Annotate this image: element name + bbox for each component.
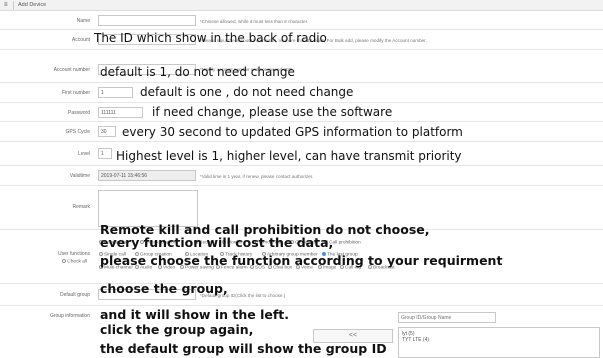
account-row: Account *Please input the account inform…: [0, 30, 603, 50]
gps-cycle-input[interactable]: [98, 126, 116, 137]
validtime-input[interactable]: [98, 170, 196, 181]
account-number-label: Account number: [53, 67, 90, 73]
account-number-row: Account number *Modify account number an…: [0, 50, 603, 83]
validtime-row: Validtime *Valid time is 1 year, if rene…: [0, 166, 603, 186]
group-list-item[interactable]: TYT LTE (4): [399, 337, 599, 343]
password-label: Password: [68, 110, 90, 116]
level-input[interactable]: [98, 148, 112, 159]
first-number-annotation: default is one , do not need change: [140, 85, 354, 99]
dialog-title: Add Device: [18, 2, 47, 8]
functions-annotation-3: please choose the function according to …: [100, 253, 503, 268]
first-number-label: First number: [61, 90, 90, 96]
group-annotation-3: click the group again,: [100, 322, 254, 337]
validtime-hint: *Valid time is 1 year, if renew, please …: [200, 174, 314, 179]
title-divider: [13, 1, 14, 10]
password-row: Password if need change, please use the …: [0, 103, 603, 122]
dialog-titlebar: ≡ Add Device: [0, 0, 603, 11]
group-annotation-2: and it will show in the left.: [100, 307, 289, 322]
user-functions-label: User functions: [58, 251, 90, 257]
name-hint: *Chinese allowed, while it must less tha…: [200, 19, 309, 24]
group-list[interactable]: lyt (5) TYT LTE (4): [398, 327, 600, 358]
validtime-label: Validtime: [69, 173, 90, 179]
level-annotation: Highest level is 1, higher level, can ha…: [116, 149, 462, 163]
name-label: Name: [76, 18, 90, 24]
level-row: Level Highest level is 1, higher level, …: [0, 142, 603, 166]
group-information-label: Group information: [49, 313, 90, 319]
password-input[interactable]: [98, 107, 143, 118]
gps-cycle-annotation: every 30 second to updated GPS informati…: [122, 125, 463, 139]
group-annotation-1: choose the group,: [100, 281, 228, 296]
remark-label: Remark: [72, 204, 90, 210]
password-annotation: if need change, please use the software: [152, 105, 393, 119]
name-input[interactable]: [98, 15, 196, 26]
menu-icon[interactable]: ≡: [4, 2, 8, 8]
account-annotation: The ID which show in the back of radio: [94, 31, 327, 45]
default-group-row: Default group *Default group ID(Click th…: [0, 281, 603, 306]
first-number-input[interactable]: [98, 87, 133, 98]
first-number-row: First number default is one , do not nee…: [0, 83, 603, 103]
name-row: Name *Chinese allowed, while it must les…: [0, 11, 603, 30]
group-annotation-4: the default group will show the group ID: [100, 341, 387, 356]
gps-cycle-label: GPS Cycle: [65, 129, 90, 135]
account-number-annotation: default is 1, do not need change: [100, 65, 295, 79]
functions-annotation-2: every function will cost the data,: [100, 235, 334, 250]
check-all-checkbox[interactable]: Check all: [62, 259, 87, 264]
user-functions-row: User functions Check all Contact list Ch…: [0, 223, 603, 284]
default-group-label: Default group: [59, 292, 90, 298]
group-information-row: Group information << lyt (5) TYT LTE (4)…: [0, 306, 603, 358]
group-search-input[interactable]: [398, 312, 496, 323]
group-list-item[interactable]: lyt (5): [399, 328, 599, 337]
level-label: Level: [78, 151, 90, 157]
gps-cycle-row: GPS Cycle every 30 second to updated GPS…: [0, 122, 603, 142]
account-label: Account: [71, 37, 90, 43]
